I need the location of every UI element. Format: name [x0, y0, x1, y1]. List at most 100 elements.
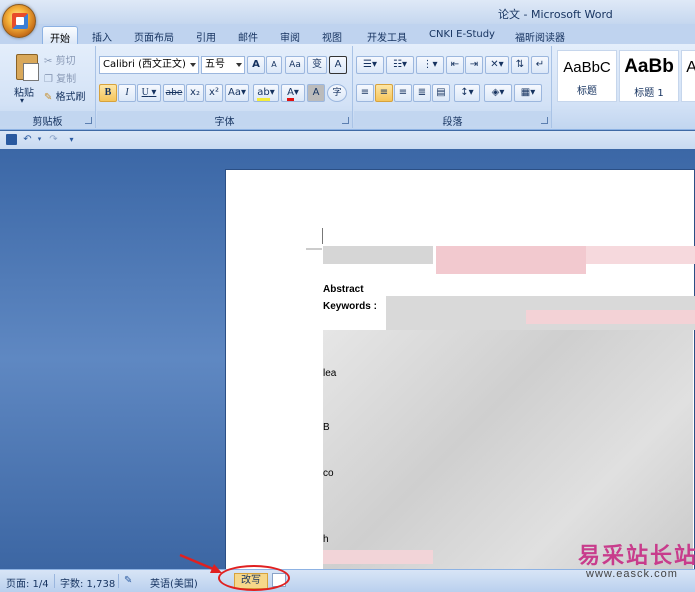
align-right-icon: ≡	[398, 87, 408, 98]
redo-icon[interactable]: ↷	[48, 134, 59, 145]
save-icon[interactable]	[6, 134, 17, 145]
title-bar: 论文 - Microsoft Word	[0, 0, 695, 38]
redacted-title	[436, 246, 586, 274]
language-indicator[interactable]: 英语(美国)	[150, 575, 198, 590]
grow-font-button[interactable]: A	[247, 56, 265, 74]
borders-button[interactable]: ▦▾	[514, 84, 542, 102]
align-left-icon: ≡	[360, 87, 370, 98]
page-count[interactable]: 页面: 1/4	[6, 575, 49, 590]
strikethrough-icon: abe	[165, 88, 183, 98]
office-button[interactable]	[2, 4, 36, 38]
style-heading-2[interactable]: Aa	[681, 50, 695, 102]
align-center-button[interactable]: ≡	[375, 84, 393, 102]
abstract-heading: Abstract	[323, 284, 364, 295]
shrink-font-button[interactable]: A	[266, 56, 282, 74]
paragraph-launcher-icon[interactable]	[541, 117, 548, 124]
tab-developer[interactable]: 开发工具	[360, 26, 414, 44]
superscript-icon: x²	[209, 87, 219, 98]
show-marks-button[interactable]: ↵	[531, 56, 549, 74]
font-name-select[interactable]: Calibri (西文正文)	[99, 56, 199, 74]
tab-foxit[interactable]: 福昕阅读器	[510, 26, 570, 44]
chinese-layout-button[interactable]: ✕▾	[485, 56, 509, 74]
change-case-button[interactable]: Aa▾	[225, 84, 249, 102]
quick-access-toolbar: ↶ ▾ ↷ ▾	[0, 131, 695, 149]
customize-qat-icon[interactable]: ▾	[66, 134, 77, 145]
decrease-indent-icon: ⇤	[450, 59, 460, 70]
increase-indent-icon: ⇥	[469, 59, 479, 70]
sort-icon: ⇅	[515, 59, 525, 70]
clipboard-launcher-icon[interactable]	[85, 117, 92, 124]
highlight-icon: ab	[257, 87, 270, 101]
enclose-char-button[interactable]: 字	[327, 84, 347, 102]
decrease-indent-button[interactable]: ⇤	[446, 56, 464, 74]
tab-page-layout[interactable]: 页面布局	[128, 26, 180, 44]
font-launcher-icon[interactable]	[342, 117, 349, 124]
status-divider	[54, 574, 55, 588]
tab-review[interactable]: 审阅	[274, 26, 306, 44]
font-color-button[interactable]: A▾	[281, 84, 305, 102]
paragraph-group: ☰▾ ☷▾ ⋮▾ ⇤ ⇥ ✕▾ ⇅ ↵ ≡ ≡ ≡ ≣ ▤ ↕▾ ◈▾ ▦▾ 段…	[354, 46, 552, 128]
superscript-button[interactable]: x²	[205, 84, 223, 102]
numbering-button[interactable]: ☷▾	[386, 56, 414, 74]
subscript-button[interactable]: x₂	[186, 84, 204, 102]
format-painter-button[interactable]: ✎ 格式刷	[44, 88, 86, 103]
word-count[interactable]: 字数: 1,738	[60, 575, 115, 590]
ribbon-tab-row: 开始 插入 页面布局 引用 邮件 审阅 视图 开发工具 CNKI E-Study…	[0, 24, 695, 45]
align-right-button[interactable]: ≡	[394, 84, 412, 102]
italic-button[interactable]: I	[118, 84, 136, 102]
sort-button[interactable]: ⇅	[511, 56, 529, 74]
ribbon: 粘贴 ▾ ✂ 剪切 ❐ 复制 ✎ 格式刷 剪贴板 Calibri (西文正文) …	[0, 44, 695, 130]
line-spacing-button[interactable]: ↕▾	[454, 84, 480, 102]
shrink-font-icon: A	[271, 60, 277, 69]
proofing-icon[interactable]: ✎	[124, 575, 132, 586]
undo-icon[interactable]: ↶	[22, 134, 33, 145]
char-border-button[interactable]: A	[329, 56, 347, 74]
paint-bucket-icon: ◈▾	[491, 87, 505, 98]
font-group-label: 字体	[97, 111, 352, 128]
bold-button[interactable]: B	[99, 84, 117, 102]
increase-indent-button[interactable]: ⇥	[465, 56, 483, 74]
tab-mailings[interactable]: 邮件	[232, 26, 264, 44]
subscript-icon: x₂	[190, 87, 200, 98]
tab-home[interactable]: 开始	[42, 26, 78, 45]
copy-icon: ❐	[44, 74, 57, 85]
chinese-layout-icon: ✕▾	[490, 59, 504, 70]
copy-button[interactable]: ❐ 复制	[44, 70, 76, 85]
document-page[interactable]: Abstract Keywords : lea B co h	[225, 169, 695, 580]
site-watermark: 易采站长站 www.easck.com	[572, 538, 695, 592]
tab-cnki[interactable]: CNKI E-Study	[424, 26, 500, 44]
char-shading-button[interactable]: A	[307, 84, 325, 102]
borders-icon: ▦▾	[520, 87, 536, 98]
underline-button[interactable]: U ▾	[137, 84, 161, 102]
style-title[interactable]: AaBbC 标题	[557, 50, 617, 102]
multilevel-list-button[interactable]: ⋮▾	[416, 56, 444, 74]
shading-button[interactable]: ◈▾	[484, 84, 512, 102]
enclose-char-icon: 字	[332, 88, 342, 98]
clear-format-button[interactable]: Aa	[285, 56, 305, 74]
status-divider	[118, 574, 119, 588]
font-group: Calibri (西文正文) 五号 A A Aa 变 A B I U ▾ abe…	[97, 46, 353, 128]
undo-dropdown-icon[interactable]: ▾	[34, 134, 45, 145]
body-fragment: B	[323, 422, 330, 433]
clear-format-icon: Aa	[289, 60, 301, 70]
tab-references[interactable]: 引用	[190, 26, 222, 44]
tab-insert[interactable]: 插入	[86, 26, 118, 44]
font-size-select[interactable]: 五号	[201, 56, 245, 74]
copy-label: 复制	[56, 74, 77, 85]
strikethrough-button[interactable]: abe	[163, 84, 185, 102]
cut-label: 剪切	[55, 56, 76, 67]
paste-button[interactable]: 粘贴 ▾	[4, 48, 40, 108]
style-title-name: 标题	[577, 86, 597, 97]
cut-button[interactable]: ✂ 剪切	[44, 52, 76, 67]
justify-button[interactable]: ≣	[413, 84, 431, 102]
style-heading-1[interactable]: AaBb 标题 1	[619, 50, 679, 102]
phonetic-guide-button[interactable]: 变	[307, 56, 327, 74]
align-center-icon: ≡	[379, 87, 389, 98]
highlight-button[interactable]: ab▾	[253, 84, 279, 102]
bullets-button[interactable]: ☰▾	[356, 56, 384, 74]
paragraph-mark-icon: ↵	[535, 59, 545, 70]
distributed-button[interactable]: ▤	[432, 84, 450, 102]
tab-view[interactable]: 视图	[316, 26, 348, 44]
align-left-button[interactable]: ≡	[356, 84, 374, 102]
styles-group: AaBbC 标题 AaBb 标题 1 Aa	[553, 46, 695, 128]
